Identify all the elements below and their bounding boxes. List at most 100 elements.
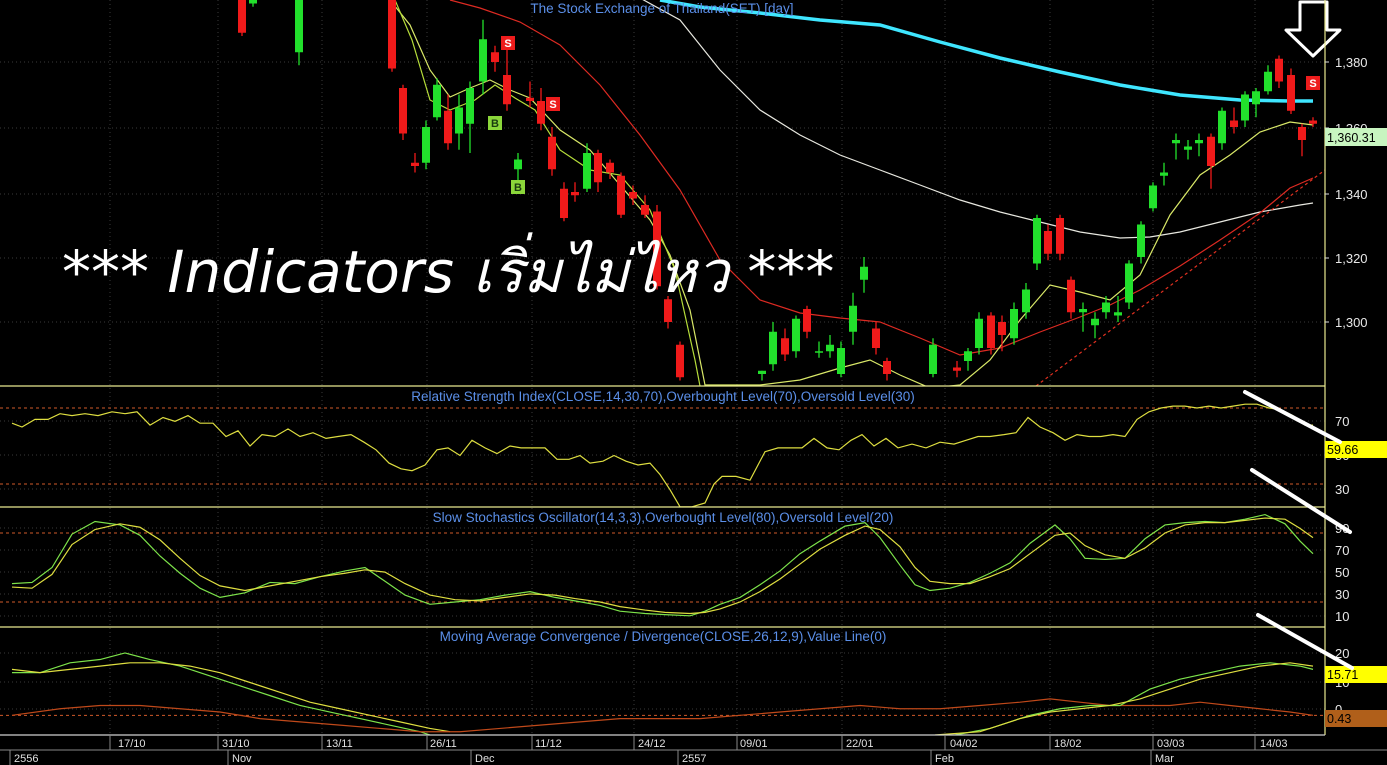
stochastic-y-tick-label: 50 bbox=[1335, 565, 1349, 580]
candle[interactable] bbox=[860, 257, 868, 293]
candle-body bbox=[1091, 318, 1099, 326]
candle[interactable] bbox=[987, 312, 995, 355]
x-date-label: 31/10 bbox=[222, 738, 250, 750]
candle[interactable] bbox=[1230, 107, 1238, 134]
x-date-label: 17/10 bbox=[118, 738, 146, 750]
price-panel bbox=[238, 0, 1325, 386]
candle[interactable] bbox=[1022, 283, 1030, 319]
candle[interactable] bbox=[249, 0, 257, 7]
candle[interactable] bbox=[1195, 133, 1203, 157]
candle-body bbox=[422, 127, 430, 163]
candle-body bbox=[1298, 127, 1306, 140]
candle[interactable] bbox=[238, 0, 246, 36]
candle[interactable] bbox=[1241, 91, 1249, 127]
candle[interactable] bbox=[295, 0, 303, 66]
candle-body bbox=[826, 344, 834, 352]
candle[interactable] bbox=[1264, 65, 1272, 95]
candle-body bbox=[433, 84, 441, 118]
candle[interactable] bbox=[1010, 302, 1018, 345]
candle[interactable] bbox=[1287, 68, 1295, 115]
candle[interactable] bbox=[1137, 221, 1145, 264]
candle-body bbox=[388, 0, 396, 69]
candle-body bbox=[769, 331, 777, 365]
macd-line bbox=[12, 652, 432, 735]
candle[interactable] bbox=[1033, 214, 1041, 270]
candle[interactable] bbox=[1149, 182, 1157, 212]
candle[interactable] bbox=[1298, 123, 1306, 157]
candle[interactable] bbox=[792, 315, 800, 358]
candle[interactable] bbox=[872, 322, 880, 355]
x-date-label: 18/02 bbox=[1054, 738, 1082, 750]
stochastic-y-tick-label: 30 bbox=[1335, 587, 1349, 602]
candle[interactable] bbox=[1067, 276, 1075, 319]
candle[interactable] bbox=[491, 45, 499, 72]
candle[interactable] bbox=[455, 94, 463, 150]
-k-line bbox=[11, 513, 1314, 617]
signal-label: S bbox=[504, 38, 511, 50]
candle[interactable] bbox=[1044, 224, 1052, 261]
candle[interactable] bbox=[560, 182, 568, 222]
candle[interactable] bbox=[803, 305, 811, 339]
candle[interactable] bbox=[975, 312, 983, 355]
candle[interactable] bbox=[1172, 133, 1180, 160]
candle-body bbox=[1010, 309, 1018, 339]
candle-body bbox=[758, 370, 766, 374]
candle-body bbox=[526, 97, 534, 101]
rsi-panel bbox=[0, 403, 1325, 507]
candle[interactable] bbox=[617, 172, 625, 219]
candle[interactable] bbox=[514, 153, 522, 183]
candle[interactable] bbox=[641, 195, 649, 218]
candle-body bbox=[411, 162, 419, 166]
candle[interactable] bbox=[444, 94, 452, 150]
candle[interactable] bbox=[953, 361, 961, 378]
candle[interactable] bbox=[883, 357, 891, 381]
candle[interactable] bbox=[1056, 214, 1064, 261]
candle[interactable] bbox=[1091, 312, 1099, 339]
candle[interactable] bbox=[1252, 88, 1260, 118]
x-period-label: Feb bbox=[935, 753, 954, 765]
candle[interactable] bbox=[1160, 162, 1168, 186]
trend-line bbox=[1035, 169, 1325, 386]
candle-body bbox=[606, 162, 614, 173]
candle[interactable] bbox=[399, 84, 407, 140]
candle-body bbox=[837, 348, 845, 374]
candle[interactable] bbox=[1207, 133, 1215, 189]
candle-body bbox=[560, 188, 568, 218]
candle[interactable] bbox=[548, 127, 556, 176]
candle[interactable] bbox=[411, 153, 419, 173]
candle[interactable] bbox=[676, 341, 684, 381]
candle-body bbox=[594, 153, 602, 183]
candle[interactable] bbox=[1125, 260, 1133, 309]
x-date-label: 14/03 bbox=[1260, 738, 1288, 750]
candle[interactable] bbox=[1184, 140, 1192, 160]
candle[interactable] bbox=[594, 149, 602, 192]
stock-chart[interactable]: S S B B S The Stock Exchange of Thailand(SET)… bbox=[0, 0, 1387, 765]
candle-body bbox=[583, 153, 591, 189]
candle-body bbox=[466, 88, 474, 124]
candle[interactable] bbox=[781, 328, 789, 362]
candle[interactable] bbox=[422, 120, 430, 170]
candle[interactable] bbox=[826, 335, 834, 358]
x-date-label: 24/12 bbox=[638, 738, 666, 750]
candle[interactable] bbox=[769, 322, 777, 371]
candle[interactable] bbox=[1218, 107, 1226, 150]
candle[interactable] bbox=[815, 341, 823, 358]
candle-body bbox=[571, 192, 579, 196]
candle-body bbox=[514, 159, 522, 170]
candle[interactable] bbox=[466, 81, 474, 154]
candle[interactable] bbox=[849, 292, 857, 345]
candle[interactable] bbox=[503, 49, 511, 111]
candle[interactable] bbox=[1275, 55, 1283, 89]
candle[interactable] bbox=[526, 81, 534, 108]
candle[interactable] bbox=[629, 185, 637, 206]
candle[interactable] bbox=[1309, 117, 1317, 127]
candle[interactable] bbox=[433, 78, 441, 121]
candle[interactable] bbox=[964, 348, 972, 371]
buy-signal: B bbox=[488, 116, 502, 130]
rsi-y-tick-label: 70 bbox=[1335, 414, 1349, 429]
candle[interactable] bbox=[758, 370, 766, 381]
candle[interactable] bbox=[571, 182, 579, 202]
candle[interactable] bbox=[837, 341, 845, 378]
candle[interactable] bbox=[388, 0, 396, 72]
x-date-label: 09/01 bbox=[740, 738, 768, 750]
